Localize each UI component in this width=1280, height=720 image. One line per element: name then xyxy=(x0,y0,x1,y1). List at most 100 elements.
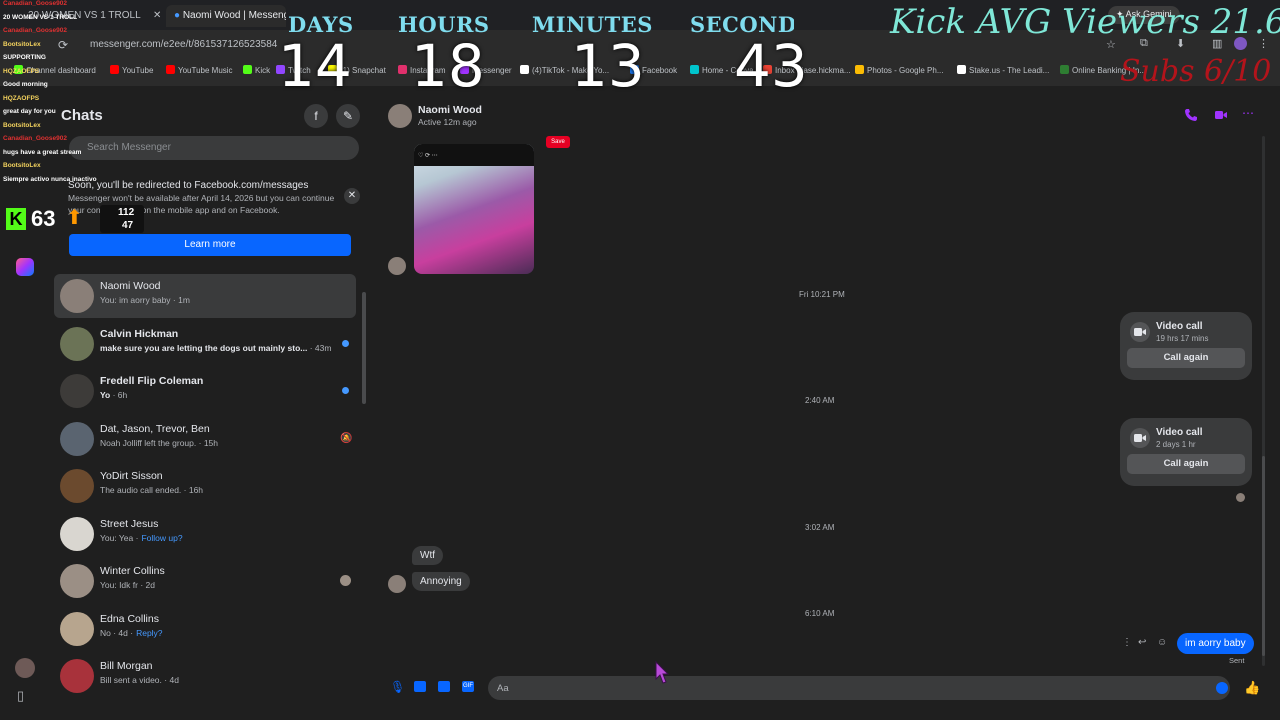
message-input[interactable]: Aa xyxy=(488,676,1230,700)
bookmark-item[interactable]: Stake.us - The Leadi... xyxy=(957,65,1049,75)
message-more-icon[interactable]: ⋮ xyxy=(1122,637,1132,648)
reply-icon[interactable]: ↩ xyxy=(1138,637,1146,648)
chat-time: 43m xyxy=(314,342,332,353)
photo-icon[interactable] xyxy=(414,681,426,692)
contact-name[interactable]: Naomi Wood xyxy=(418,104,482,116)
chat-name: Bill Morgan xyxy=(100,660,153,672)
countdown-value: 18 xyxy=(411,32,485,100)
search-input[interactable]: Search Messenger xyxy=(69,136,359,160)
address-bar[interactable]: messenger.com/e2ee/t/861537126523584 xyxy=(80,34,290,56)
message-bubble[interactable]: Wtf xyxy=(412,546,443,565)
separator: · xyxy=(137,580,146,590)
avatar xyxy=(60,564,94,598)
sidebar-scrollbar[interactable] xyxy=(362,292,366,404)
new-message-icon[interactable]: ✎ xyxy=(336,104,360,128)
stream-chat-line: hugs have a great stream xyxy=(3,149,81,156)
call-again-button[interactable]: Call again xyxy=(1127,454,1245,474)
messenger-logo-icon[interactable] xyxy=(16,258,34,276)
bookmark-favicon-icon xyxy=(243,65,252,74)
save-pin-button[interactable]: Save xyxy=(546,136,570,148)
chat-list-item[interactable]: Street Jesus You: Yea · Follow up? xyxy=(54,512,356,556)
phone-icon[interactable] xyxy=(1184,108,1198,122)
video-call-icon[interactable] xyxy=(1214,108,1228,122)
chat-message: Siempre activo nunca inactivo xyxy=(3,175,97,183)
chat-list-item[interactable]: Dat, Jason, Trevor, Ben Noah Jolliff left… xyxy=(54,417,356,461)
emoji-icon[interactable] xyxy=(1216,682,1228,694)
avatar xyxy=(60,611,94,646)
bookmark-item[interactable]: YouTube Music xyxy=(166,65,233,75)
separator: · xyxy=(196,437,204,448)
chat-preview-text: You: im aorry baby xyxy=(100,295,171,305)
message-bubble[interactable]: Annoying xyxy=(412,572,470,591)
chat-list-item[interactable]: Calvin Hickman make sure you are letting … xyxy=(54,322,356,366)
chat-message: hugs have a great stream xyxy=(3,148,82,156)
separator: · xyxy=(307,342,315,353)
chat-list-item[interactable]: YoDirt Sisson The audio call ended. · 16h xyxy=(54,464,356,508)
user-avatar[interactable] xyxy=(15,658,35,678)
more-options-icon[interactable]: ⋯ xyxy=(1242,106,1254,120)
timestamp: Fri 10:21 PM xyxy=(799,290,845,299)
call-again-button[interactable]: Call again xyxy=(1127,348,1245,368)
close-banner-button[interactable]: ✕ xyxy=(344,188,360,204)
countdown-value: 43 xyxy=(734,32,808,100)
chat-list-item[interactable]: Edna Collins No · 4d · Reply? xyxy=(54,607,356,651)
bookmark-item[interactable]: Kick xyxy=(243,65,270,75)
seen-avatar xyxy=(340,575,351,586)
sender-avatar xyxy=(388,257,406,275)
heart-icon: ♡ ⟳ ⋯ xyxy=(418,153,438,159)
bookmark-favicon-icon xyxy=(855,65,864,74)
chat-prompt-link[interactable]: Reply? xyxy=(136,628,162,638)
chat-prompt-link[interactable]: Follow up? xyxy=(141,533,182,543)
chat-preview: Yo · 6h xyxy=(100,390,127,400)
chat-list-item[interactable]: Naomi Wood You: im aorry baby · 1m xyxy=(54,274,356,318)
facebook-icon[interactable]: f xyxy=(304,104,328,128)
gif-icon[interactable]: GIF xyxy=(462,681,474,692)
chat-preview: Noah Jolliff left the group. · 15h xyxy=(100,438,218,448)
chat-time: 15h xyxy=(203,437,218,448)
chatter-name: HQZAOFPS xyxy=(3,94,40,102)
stream-chat-line: Canadian_Goose902 xyxy=(3,135,67,142)
avatar xyxy=(60,659,94,693)
microphone-icon[interactable]: 🎙 xyxy=(390,680,405,694)
messenger-tab-icon: ● xyxy=(174,10,181,21)
chat-name: Street Jesus xyxy=(100,517,159,530)
stream-chat-line: HQZAOFPS xyxy=(3,95,39,102)
video-call-icon xyxy=(1130,322,1150,342)
stream-chat-line: SUPPORTING xyxy=(3,54,46,61)
chat-preview-text: You: Idk fr xyxy=(100,580,138,590)
avatar xyxy=(60,421,94,456)
toggle-sidebar-icon[interactable]: ▯ xyxy=(17,688,24,704)
stream-chat-line: BootsitoLex xyxy=(3,41,41,48)
sticker-icon[interactable] xyxy=(438,681,450,692)
bookmark-item[interactable]: YouTube xyxy=(110,65,153,75)
shared-hair-photo[interactable]: ♡ ⟳ ⋯ xyxy=(414,144,534,274)
bookmark-favicon-icon xyxy=(1060,65,1069,74)
chat-message: Good morning xyxy=(3,81,48,88)
conversation-scrollbar[interactable] xyxy=(1262,136,1265,666)
chat-list-item[interactable]: Winter Collins You: Idk fr · 2d xyxy=(54,559,356,603)
sent-message-bubble[interactable]: im aorry baby xyxy=(1177,633,1254,654)
avatar xyxy=(60,326,94,361)
browser-tab-active[interactable]: ● Naomi Wood | Messenger xyxy=(166,5,286,27)
react-icon[interactable]: ☺ xyxy=(1157,637,1167,648)
chat-list-item[interactable]: Fredell Flip Coleman Yo · 6h xyxy=(54,369,356,413)
chat-list-item[interactable]: Bill Morgan Bill sent a video. · 4d xyxy=(54,654,356,698)
chat-preview: You: Idk fr · 2d xyxy=(100,580,155,590)
learn-more-button[interactable]: Learn more xyxy=(69,234,351,256)
thumbs-up-icon[interactable]: 👍 xyxy=(1244,680,1260,696)
kick-count: 63 xyxy=(31,206,56,231)
contact-avatar[interactable] xyxy=(388,104,412,128)
timestamp: 3:02 AM xyxy=(805,523,835,532)
chat-name: Calvin Hickman xyxy=(100,327,179,340)
tab-title: Naomi Wood | Messenger xyxy=(182,10,286,21)
close-icon[interactable]: ✕ xyxy=(153,10,161,21)
chatter-name: Canadian_Goose902 xyxy=(3,27,67,34)
bookmark-label: YouTube Music xyxy=(178,66,233,75)
bookmark-favicon-icon xyxy=(110,65,119,74)
scroll-thumb[interactable] xyxy=(1262,456,1265,656)
stream-chat-line: Canadian_Goose902 xyxy=(3,0,67,7)
bookmark-item[interactable]: Photos - Google Ph... xyxy=(855,65,944,75)
chat-preview-text: You: Yea · xyxy=(100,532,139,543)
contact-status: Active 12m ago xyxy=(418,117,477,127)
stream-chat-line: 20 WOMEN VS 1 TROLL xyxy=(3,14,77,21)
